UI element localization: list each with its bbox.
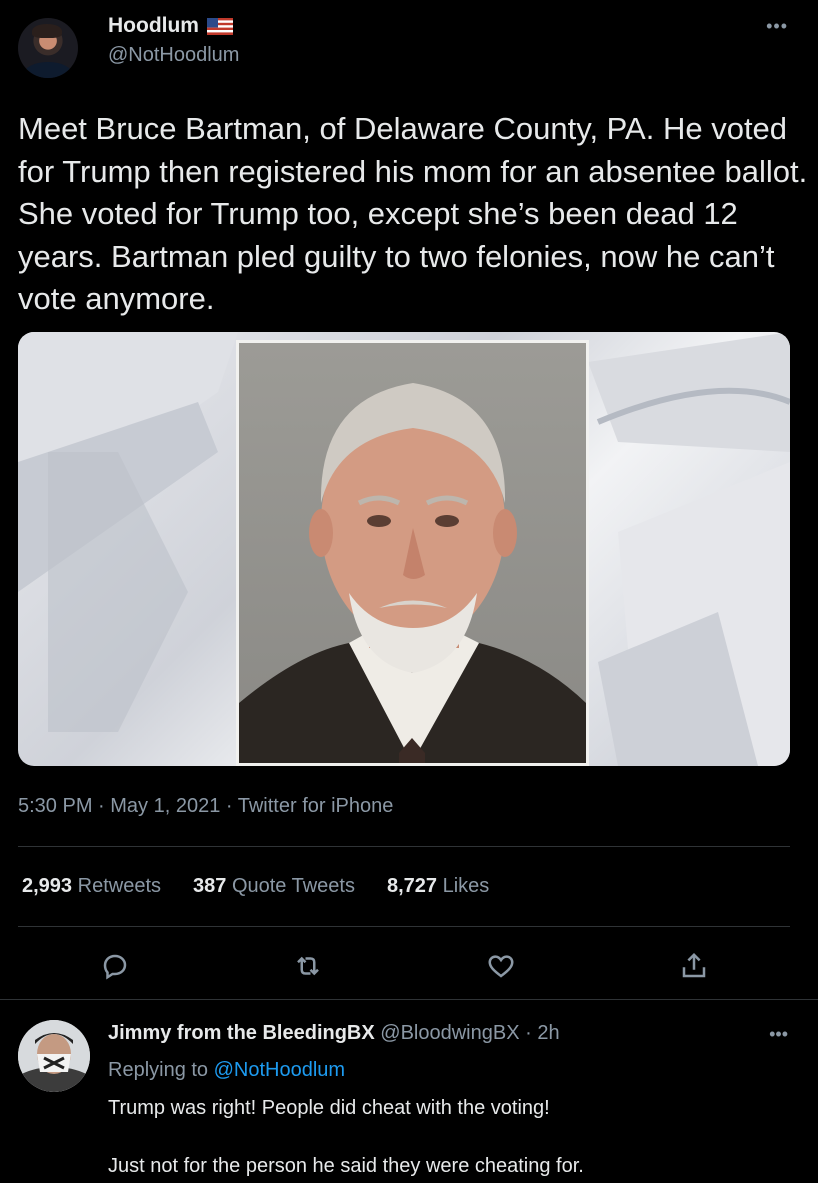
ellipsis-icon[interactable]: ••• xyxy=(769,1024,788,1045)
replying-to: Replying to @NotHoodlum xyxy=(108,1059,345,1082)
action-bar xyxy=(18,946,790,986)
mugshot-photo xyxy=(236,340,589,766)
share-icon[interactable] xyxy=(679,951,709,981)
divider xyxy=(0,999,818,1000)
likes-label: Likes xyxy=(442,875,490,897)
reply-header: Jimmy from the BleedingBX @BloodwingBX ·… xyxy=(108,1022,560,1045)
author-avatar[interactable] xyxy=(18,18,78,78)
tweet-stats: 2,993 Retweets 387 Quote Tweets 8,727 Li… xyxy=(22,875,489,898)
ellipsis-icon[interactable]: ••• xyxy=(766,16,788,37)
tweet-timestamp[interactable]: 5:30 PM · May 1, 2021 · Twitter for iPho… xyxy=(18,795,393,818)
us-flag-icon xyxy=(206,17,233,35)
reply-text: Trump was right! People did cheat with t… xyxy=(108,1097,584,1177)
divider xyxy=(18,926,790,927)
reply-icon[interactable] xyxy=(100,951,130,981)
quotes-stat[interactable]: 387 Quote Tweets xyxy=(193,875,355,898)
author-name-row[interactable]: Hoodlum xyxy=(108,14,233,38)
quotes-count: 387 xyxy=(193,875,227,897)
divider xyxy=(18,846,790,847)
retweets-count: 2,993 xyxy=(22,875,73,897)
reply-avatar-image xyxy=(18,1020,90,1092)
retweet-icon[interactable] xyxy=(293,951,323,981)
author-name[interactable]: Hoodlum xyxy=(108,14,199,38)
retweets-stat[interactable]: 2,993 Retweets xyxy=(22,875,161,898)
likes-count: 8,727 xyxy=(386,875,438,897)
author-handle[interactable]: @NotHoodlum xyxy=(108,44,239,67)
quotes-label: Quote Tweets xyxy=(231,875,355,897)
retweets-label: Retweets xyxy=(77,875,161,897)
reply-author-name[interactable]: Jimmy from the BleedingBX xyxy=(108,1022,375,1044)
replying-label: Replying to xyxy=(108,1059,209,1081)
tweet-text: Meet Bruce Bartman, of Delaware County, … xyxy=(18,111,808,316)
reply-time[interactable]: · 2h xyxy=(525,1022,559,1044)
tweet-image[interactable] xyxy=(18,332,790,766)
like-icon[interactable] xyxy=(486,951,516,981)
reply-author-handle[interactable]: @BloodwingBX xyxy=(380,1022,519,1044)
reply-avatar[interactable] xyxy=(18,1020,90,1092)
mention-link[interactable]: @NotHoodlum xyxy=(214,1059,345,1081)
likes-stat[interactable]: 8,727 Likes xyxy=(387,875,489,898)
person-illustration xyxy=(239,383,586,763)
